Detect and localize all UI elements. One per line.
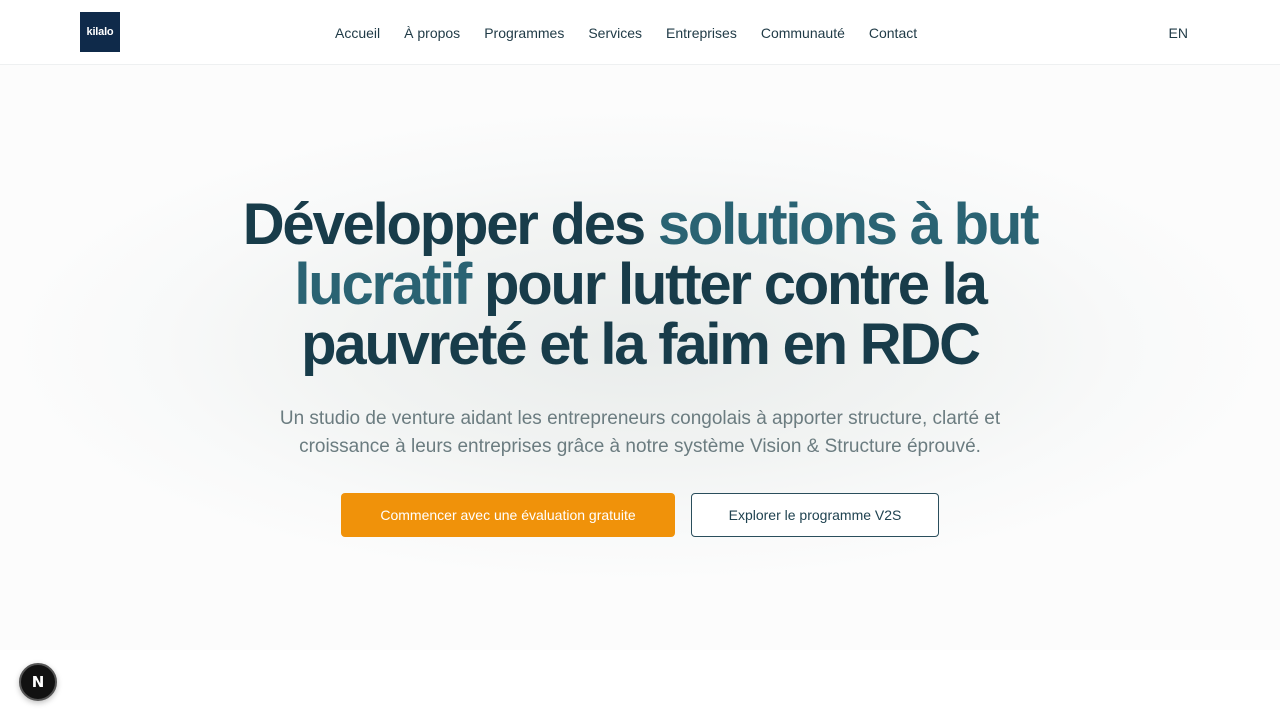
- nav-item-accueil[interactable]: Accueil: [335, 25, 380, 41]
- nav-item-services[interactable]: Services: [588, 25, 642, 41]
- hero-section: Développer des solutions à but lucratif …: [0, 65, 1280, 650]
- nav-item-entreprises[interactable]: Entreprises: [666, 25, 737, 41]
- nextjs-icon[interactable]: N: [19, 663, 57, 701]
- free-assessment-button[interactable]: Commencer avec une évaluation gratuite: [341, 493, 675, 537]
- logo[interactable]: kilalo: [80, 12, 120, 52]
- logo-text: kilalo: [86, 26, 114, 38]
- nav-item-a-propos[interactable]: À propos: [404, 25, 460, 41]
- language-toggle[interactable]: EN: [1169, 0, 1188, 65]
- dev-badge-letter: N: [31, 673, 45, 691]
- headline-part-1: Développer des: [242, 192, 658, 257]
- explore-v2s-button[interactable]: Explorer le programme V2S: [691, 493, 939, 537]
- site-header: kilalo Accueil À propos Programmes Servi…: [0, 0, 1280, 65]
- hero-headline: Développer des solutions à but lucratif …: [220, 195, 1060, 375]
- nav-item-communaute[interactable]: Communauté: [761, 25, 845, 41]
- nav-item-contact[interactable]: Contact: [869, 25, 917, 41]
- nav-item-programmes[interactable]: Programmes: [484, 25, 564, 41]
- hero-subtitle: Un studio de venture aidant les entrepre…: [279, 408, 1001, 457]
- main-nav: Accueil À propos Programmes Services Ent…: [335, 0, 917, 65]
